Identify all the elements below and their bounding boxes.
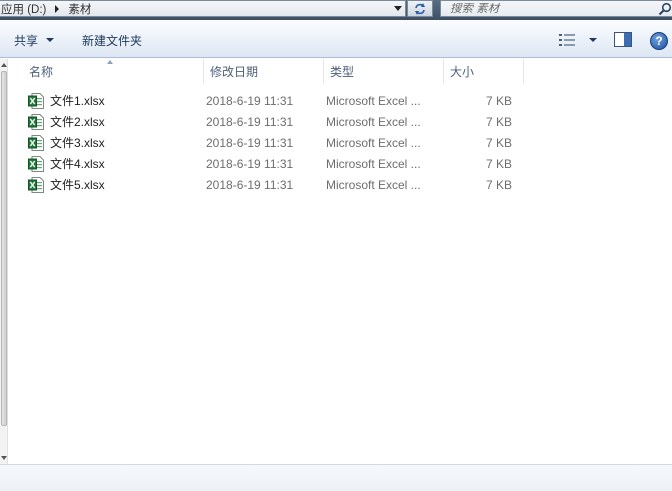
file-size: 7 KB <box>485 93 512 108</box>
file-size: 7 KB <box>485 114 512 129</box>
column-headers: 名称 修改日期 类型 大小 <box>8 59 672 84</box>
search-icon[interactable] <box>658 2 672 16</box>
details-pane <box>0 464 672 491</box>
column-header-type[interactable]: 类型 <box>324 59 444 84</box>
breadcrumb-separator-icon[interactable] <box>55 4 60 13</box>
preview-pane-icon <box>614 32 632 47</box>
address-strip: 应用 (D:) 素材 <box>0 0 672 20</box>
file-size: 7 KB <box>485 156 512 171</box>
excel-file-icon <box>28 156 44 172</box>
excel-file-icon <box>28 135 44 151</box>
share-label: 共享 <box>14 33 39 48</box>
file-name: 文件3.xlsx <box>50 136 105 150</box>
scrollbar-thumb[interactable] <box>1 71 7 426</box>
new-folder-label: 新建文件夹 <box>82 33 143 48</box>
file-date: 2018-6-19 11:31 <box>206 156 294 171</box>
column-header-name[interactable]: 名称 <box>16 59 204 84</box>
file-date: 2018-6-19 11:31 <box>206 114 294 129</box>
help-icon: ? <box>655 34 663 48</box>
address-bar[interactable]: 应用 (D:) 素材 <box>0 0 406 17</box>
navigation-pane-scrollbar[interactable] <box>0 59 8 464</box>
file-date: 2018-6-19 11:31 <box>206 177 294 192</box>
breadcrumb-drive[interactable]: 应用 (D:) <box>1 1 46 17</box>
help-button[interactable]: ? <box>650 32 668 50</box>
excel-file-icon <box>28 177 44 193</box>
file-list: 文件1.xlsx 2018-6-19 11:31 Microsoft Excel… <box>8 90 672 195</box>
file-row[interactable]: 文件3.xlsx 2018-6-19 11:31 Microsoft Excel… <box>8 132 672 153</box>
breadcrumb-folder[interactable]: 素材 <box>68 1 91 17</box>
command-bar: 共享 新建文件夹 ? <box>0 20 672 58</box>
file-size: 7 KB <box>485 177 512 192</box>
file-size: 7 KB <box>485 135 512 150</box>
excel-file-icon <box>28 93 44 109</box>
file-type: Microsoft Excel ... <box>326 93 421 108</box>
file-name: 文件4.xlsx <box>50 157 105 171</box>
file-name: 文件1.xlsx <box>50 94 105 108</box>
file-type: Microsoft Excel ... <box>326 135 421 150</box>
change-view-button[interactable] <box>559 32 599 48</box>
view-options-icon <box>559 34 575 46</box>
share-button[interactable]: 共享 <box>14 32 55 48</box>
file-type: Microsoft Excel ... <box>326 156 421 171</box>
file-name: 文件2.xlsx <box>50 115 105 129</box>
column-header-size[interactable]: 大小 <box>444 59 524 84</box>
excel-file-icon <box>28 114 44 130</box>
share-chevron-down-icon <box>46 38 55 42</box>
scroll-down-icon[interactable] <box>1 456 7 460</box>
file-row[interactable]: 文件2.xlsx 2018-6-19 11:31 Microsoft Excel… <box>8 111 672 132</box>
file-row[interactable]: 文件5.xlsx 2018-6-19 11:31 Microsoft Excel… <box>8 174 672 195</box>
file-type: Microsoft Excel ... <box>326 114 421 129</box>
file-type: Microsoft Excel ... <box>326 177 421 192</box>
file-date: 2018-6-19 11:31 <box>206 135 294 150</box>
search-input[interactable] <box>450 2 650 15</box>
search-box[interactable] <box>440 0 672 17</box>
preview-pane-button[interactable] <box>614 32 632 48</box>
file-name: 文件5.xlsx <box>50 178 105 192</box>
scroll-up-icon[interactable] <box>1 63 7 67</box>
new-folder-button[interactable]: 新建文件夹 <box>82 32 142 48</box>
file-row[interactable]: 文件1.xlsx 2018-6-19 11:31 Microsoft Excel… <box>8 90 672 111</box>
file-row[interactable]: 文件4.xlsx 2018-6-19 11:31 Microsoft Excel… <box>8 153 672 174</box>
view-chevron-down-icon[interactable] <box>589 38 597 42</box>
refresh-icon <box>415 2 425 15</box>
refresh-button[interactable] <box>407 0 433 17</box>
file-date: 2018-6-19 11:31 <box>206 93 294 108</box>
address-history-chevron-down-icon[interactable] <box>394 6 402 11</box>
column-header-date[interactable]: 修改日期 <box>204 59 324 84</box>
